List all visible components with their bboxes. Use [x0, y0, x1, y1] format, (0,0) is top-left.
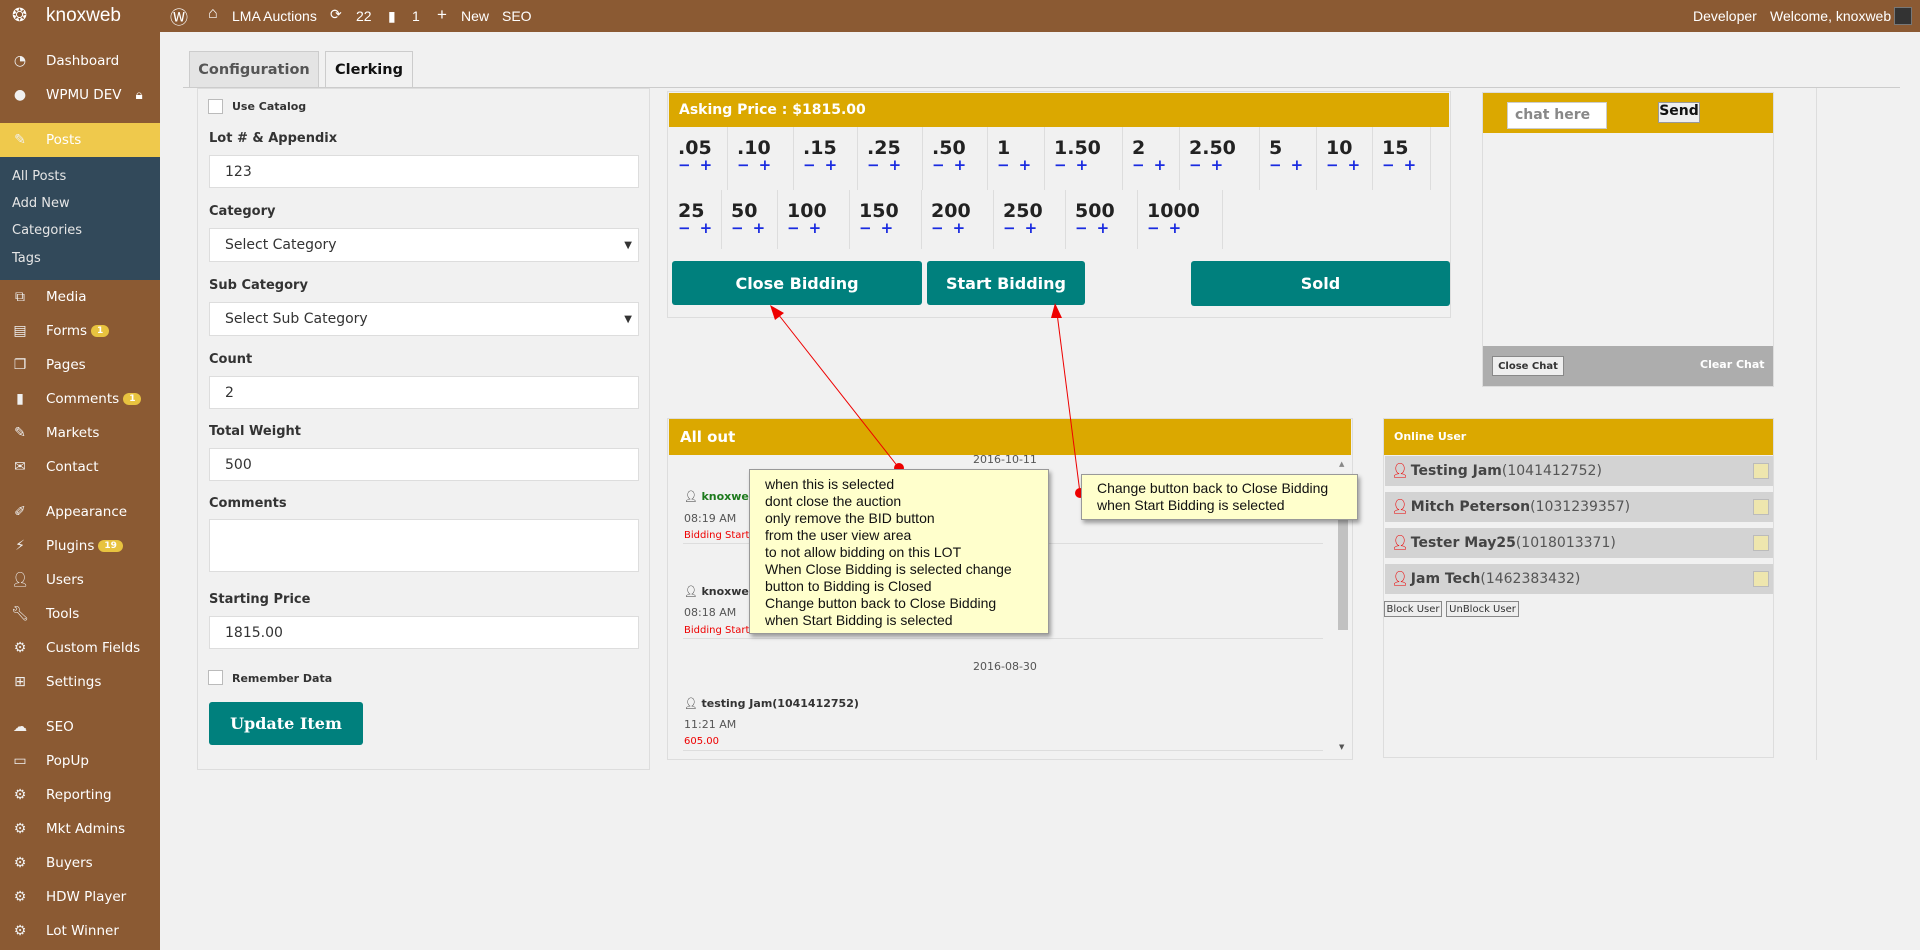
note-line: dont close the auction — [765, 493, 902, 509]
annotation-note-close-bidding: when this is selected dont close the auct… — [749, 469, 1049, 634]
note-line: from the user view area — [765, 527, 912, 543]
note-line: only remove the BID button — [765, 510, 935, 526]
note-line: button to Bidding is Closed — [765, 578, 932, 594]
annotation-note-start-bidding: Change button back to Close Bidding when … — [1081, 474, 1358, 520]
note-line: When Close Bidding is selected change — [765, 561, 1012, 577]
arrow-head — [770, 305, 784, 320]
note-line: Change button back to Close Bidding — [765, 595, 997, 611]
arrow-line — [1056, 312, 1081, 494]
note-line: to not allow bidding on this LOT — [765, 544, 962, 560]
arrow-line — [777, 313, 900, 469]
note-line: when Start Bidding is selected — [1097, 497, 1285, 513]
note-line: when Start Bidding is selected — [765, 612, 953, 628]
note-line: Change button back to Close Bidding — [1097, 480, 1329, 496]
note-line: when this is selected — [765, 476, 895, 492]
arrow-head — [1051, 303, 1062, 318]
